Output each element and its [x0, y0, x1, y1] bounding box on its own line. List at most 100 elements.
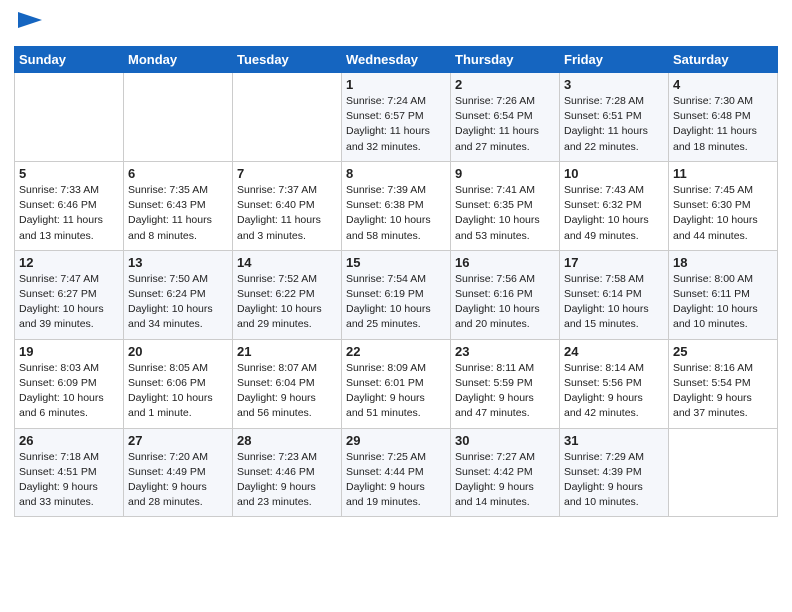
calendar-cell: 8 Sunrise: 7:39 AMSunset: 6:38 PMDaylight…	[342, 161, 451, 250]
calendar-cell: 30Sunrise: 7:27 AMSunset: 4:42 PMDayligh…	[451, 428, 560, 517]
calendar-cell: 5 Sunrise: 7:33 AMSunset: 6:46 PMDaylight…	[15, 161, 124, 250]
day-info: Sunrise: 7:52 AMSunset: 6:22 PMDaylight:…	[237, 272, 337, 333]
day-info: Sunrise: 8:11 AMSunset: 5:59 PMDaylight:…	[455, 361, 555, 422]
day-info: Sunrise: 7:26 AMSunset: 6:54 PMDaylight:…	[455, 94, 555, 155]
day-number: 8	[346, 166, 446, 181]
calendar-cell: 21 Sunrise: 8:07 AMSunset: 6:04 PMDayligh…	[233, 339, 342, 428]
day-info: Sunrise: 7:24 AMSunset: 6:57 PMDaylight:…	[346, 94, 446, 155]
day-info: Sunrise: 7:47 AMSunset: 6:27 PMDaylight:…	[19, 272, 119, 333]
logo-icon	[16, 6, 44, 34]
day-info: Sunrise: 7:37 AMSunset: 6:40 PMDaylight:…	[237, 183, 337, 244]
day-info: Sunrise: 7:33 AMSunset: 6:46 PMDaylight:…	[19, 183, 119, 244]
day-number: 17	[564, 255, 664, 270]
calendar-week-row: 1 Sunrise: 7:24 AMSunset: 6:57 PMDaylight…	[15, 73, 778, 162]
day-number: 23	[455, 344, 555, 359]
calendar-cell: 29 Sunrise: 7:25 AMSunset: 4:44 PMDayligh…	[342, 428, 451, 517]
calendar-cell: 10 Sunrise: 7:43 AMSunset: 6:32 PMDayligh…	[560, 161, 669, 250]
day-number: 29	[346, 433, 446, 448]
calendar-cell: 2 Sunrise: 7:26 AMSunset: 6:54 PMDaylight…	[451, 73, 560, 162]
day-number: 4	[673, 77, 773, 92]
day-info: Sunrise: 7:18 AMSunset: 4:51 PMDaylight:…	[19, 450, 119, 511]
day-info: Sunrise: 7:35 AMSunset: 6:43 PMDaylight:…	[128, 183, 228, 244]
day-info: Sunrise: 7:58 AMSunset: 6:14 PMDaylight:…	[564, 272, 664, 333]
day-info: Sunrise: 7:45 AMSunset: 6:30 PMDaylight:…	[673, 183, 773, 244]
calendar-cell: 6 Sunrise: 7:35 AMSunset: 6:43 PMDaylight…	[124, 161, 233, 250]
calendar-cell	[669, 428, 778, 517]
day-number: 10	[564, 166, 664, 181]
weekday-header: Friday	[560, 47, 669, 73]
day-number: 9	[455, 166, 555, 181]
calendar-cell: 3 Sunrise: 7:28 AMSunset: 6:51 PMDaylight…	[560, 73, 669, 162]
calendar-week-row: 26 Sunrise: 7:18 AMSunset: 4:51 PMDayligh…	[15, 428, 778, 517]
calendar-cell: 12 Sunrise: 7:47 AMSunset: 6:27 PMDayligh…	[15, 250, 124, 339]
calendar-cell: 20 Sunrise: 8:05 AMSunset: 6:06 PMDayligh…	[124, 339, 233, 428]
calendar-cell	[124, 73, 233, 162]
day-info: Sunrise: 7:56 AMSunset: 6:16 PMDaylight:…	[455, 272, 555, 333]
calendar-cell: 11Sunrise: 7:45 AMSunset: 6:30 PMDayligh…	[669, 161, 778, 250]
day-info: Sunrise: 8:03 AMSunset: 6:09 PMDaylight:…	[19, 361, 119, 422]
day-number: 5	[19, 166, 119, 181]
weekday-header: Sunday	[15, 47, 124, 73]
day-number: 20	[128, 344, 228, 359]
weekday-header: Tuesday	[233, 47, 342, 73]
weekday-header: Saturday	[669, 47, 778, 73]
day-number: 6	[128, 166, 228, 181]
calendar-cell: 31Sunrise: 7:29 AMSunset: 4:39 PMDayligh…	[560, 428, 669, 517]
day-number: 7	[237, 166, 337, 181]
day-number: 15	[346, 255, 446, 270]
calendar-cell: 9 Sunrise: 7:41 AMSunset: 6:35 PMDaylight…	[451, 161, 560, 250]
calendar-table: SundayMondayTuesdayWednesdayThursdayFrid…	[14, 46, 778, 517]
day-info: Sunrise: 8:16 AMSunset: 5:54 PMDaylight:…	[673, 361, 773, 422]
day-info: Sunrise: 7:23 AMSunset: 4:46 PMDaylight:…	[237, 450, 337, 511]
calendar-cell: 16 Sunrise: 7:56 AMSunset: 6:16 PMDayligh…	[451, 250, 560, 339]
day-number: 24	[564, 344, 664, 359]
day-number: 2	[455, 77, 555, 92]
day-number: 18	[673, 255, 773, 270]
day-info: Sunrise: 7:39 AMSunset: 6:38 PMDaylight:…	[346, 183, 446, 244]
day-info: Sunrise: 8:00 AMSunset: 6:11 PMDaylight:…	[673, 272, 773, 333]
header	[14, 10, 778, 38]
day-number: 21	[237, 344, 337, 359]
day-info: Sunrise: 7:28 AMSunset: 6:51 PMDaylight:…	[564, 94, 664, 155]
calendar-cell: 4Sunrise: 7:30 AMSunset: 6:48 PMDaylight…	[669, 73, 778, 162]
day-number: 1	[346, 77, 446, 92]
calendar-week-row: 12 Sunrise: 7:47 AMSunset: 6:27 PMDayligh…	[15, 250, 778, 339]
calendar-cell: 19Sunrise: 8:03 AMSunset: 6:09 PMDayligh…	[15, 339, 124, 428]
day-number: 27	[128, 433, 228, 448]
day-number: 16	[455, 255, 555, 270]
calendar-cell: 28 Sunrise: 7:23 AMSunset: 4:46 PMDayligh…	[233, 428, 342, 517]
day-info: Sunrise: 8:09 AMSunset: 6:01 PMDaylight:…	[346, 361, 446, 422]
day-number: 14	[237, 255, 337, 270]
day-number: 31	[564, 433, 664, 448]
day-number: 22	[346, 344, 446, 359]
calendar-cell: 18 Sunrise: 8:00 AMSunset: 6:11 PMDayligh…	[669, 250, 778, 339]
day-number: 25	[673, 344, 773, 359]
day-number: 3	[564, 77, 664, 92]
day-info: Sunrise: 7:50 AMSunset: 6:24 PMDaylight:…	[128, 272, 228, 333]
day-number: 12	[19, 255, 119, 270]
calendar-cell	[233, 73, 342, 162]
day-number: 28	[237, 433, 337, 448]
day-info: Sunrise: 8:07 AMSunset: 6:04 PMDaylight:…	[237, 361, 337, 422]
weekday-header-row: SundayMondayTuesdayWednesdayThursdayFrid…	[15, 47, 778, 73]
day-info: Sunrise: 7:25 AMSunset: 4:44 PMDaylight:…	[346, 450, 446, 511]
calendar-cell: 17 Sunrise: 7:58 AMSunset: 6:14 PMDayligh…	[560, 250, 669, 339]
day-info: Sunrise: 8:05 AMSunset: 6:06 PMDaylight:…	[128, 361, 228, 422]
calendar-week-row: 5 Sunrise: 7:33 AMSunset: 6:46 PMDaylight…	[15, 161, 778, 250]
day-info: Sunrise: 8:14 AMSunset: 5:56 PMDaylight:…	[564, 361, 664, 422]
day-info: Sunrise: 7:41 AMSunset: 6:35 PMDaylight:…	[455, 183, 555, 244]
logo	[14, 10, 44, 38]
day-number: 26	[19, 433, 119, 448]
calendar-cell: 26 Sunrise: 7:18 AMSunset: 4:51 PMDayligh…	[15, 428, 124, 517]
calendar-cell: 15Sunrise: 7:54 AMSunset: 6:19 PMDayligh…	[342, 250, 451, 339]
day-info: Sunrise: 7:43 AMSunset: 6:32 PMDaylight:…	[564, 183, 664, 244]
calendar-cell: 23 Sunrise: 8:11 AMSunset: 5:59 PMDayligh…	[451, 339, 560, 428]
day-number: 30	[455, 433, 555, 448]
calendar-cell: 1 Sunrise: 7:24 AMSunset: 6:57 PMDaylight…	[342, 73, 451, 162]
weekday-header: Wednesday	[342, 47, 451, 73]
day-info: Sunrise: 7:20 AMSunset: 4:49 PMDaylight:…	[128, 450, 228, 511]
calendar-cell: 22 Sunrise: 8:09 AMSunset: 6:01 PMDayligh…	[342, 339, 451, 428]
calendar-page: SundayMondayTuesdayWednesdayThursdayFrid…	[0, 0, 792, 531]
calendar-week-row: 19Sunrise: 8:03 AMSunset: 6:09 PMDayligh…	[15, 339, 778, 428]
calendar-cell	[15, 73, 124, 162]
